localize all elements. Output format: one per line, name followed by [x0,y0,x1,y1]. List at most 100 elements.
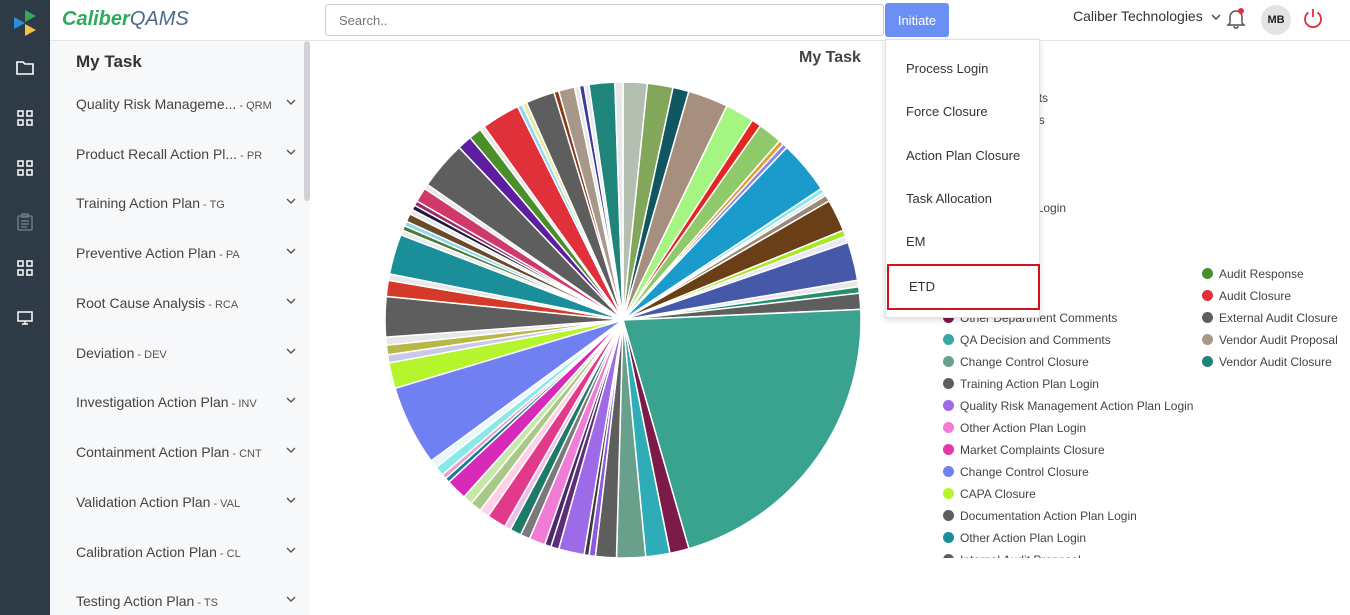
legend-item[interactable]: Audit Closure [1202,288,1291,304]
legend-item[interactable]: Change Control Closure [943,464,1089,480]
power-icon[interactable] [1302,7,1324,34]
grid-icon[interactable] [11,104,39,132]
sidebar-item-abbr: - RCA [205,299,239,311]
search-input[interactable] [325,4,884,36]
company-selector[interactable]: Caliber Technologies [1073,8,1221,24]
legend-swatch [943,444,954,455]
chevron-down-icon [286,99,296,105]
legend-swatch [1202,334,1213,345]
legend-label: Documentation Action Plan Login [960,509,1137,523]
legend-swatch [1202,268,1213,279]
sidebar-item-abbr: - INV [228,398,257,410]
menu-item-em[interactable]: EM [906,234,926,249]
legend-item[interactable]: External Audit Closure [1202,310,1338,326]
legend-item[interactable]: Other Action Plan Login [943,530,1086,546]
legend-item[interactable]: Audit Response [1202,266,1304,282]
sidebar-item[interactable]: Validation Action Plan - VAL [76,494,296,516]
sidebar-item[interactable]: Training Action Plan - TG [76,195,296,217]
sidebar-item[interactable]: Quality Risk Manageme... - QRM [76,96,296,118]
legend-label: Training Action Plan Login [960,377,1099,391]
grid-icon[interactable] [11,154,39,182]
legend-item[interactable]: Quality Risk Management Action Plan Logi… [943,398,1193,414]
sidebar-scrollbar[interactable] [304,41,310,201]
chart-title: My Task [799,49,861,66]
legend-item[interactable]: QA Decision and Comments [943,332,1111,348]
sidebar-item-label: Testing Action Plan [76,593,195,609]
sidebar-item[interactable]: Product Recall Action Pl... - PR [76,146,296,168]
sidebar-item-abbr: - QRM [236,100,272,112]
menu-item-etd[interactable]: ETD [887,264,1040,310]
folder-icon[interactable] [11,54,39,82]
sidebar-item-label: Calibration Action Plan [76,544,217,560]
clipboard-icon[interactable] [11,208,39,236]
pie-chart [384,81,862,559]
monitor-icon[interactable] [11,304,39,332]
legend-item[interactable]: Internal Audit Proposal [943,552,1081,558]
legend-item[interactable]: Vendor Audit Proposal [1202,332,1338,348]
legend-swatch [943,488,954,499]
legend-label: Change Control Closure [960,465,1089,479]
legend-swatch [943,532,954,543]
chevron-down-icon [286,447,296,453]
avatar[interactable]: MB [1261,5,1291,35]
sidebar-item-abbr: - PA [216,249,240,261]
sidebar-item-label: Deviation [76,345,135,361]
task-sidebar: My Task Quality Risk Manageme... - QRM Pr… [50,41,310,615]
chevron-down-icon [286,547,296,553]
legend-label: CAPA Closure [960,487,1036,501]
legend-label: Audit Response [1219,267,1304,281]
sidebar-item[interactable]: Investigation Action Plan - INV [76,394,296,416]
brand-logo: CaliberQAMS [62,8,189,31]
menu-item-task-allocation[interactable]: Task Allocation [906,191,992,206]
legend-swatch [943,356,954,367]
legend-label: External Audit Closure [1219,311,1338,325]
legend-item[interactable]: Change Control Closure [943,354,1089,370]
sidebar-item-abbr: - TS [194,597,218,609]
company-name: Caliber Technologies [1073,8,1203,24]
chevron-down-icon [286,497,296,503]
legend-item[interactable]: Training Action Plan Login [943,376,1099,392]
chevron-down-icon [286,348,296,354]
legend-label: Change Control Closure [960,355,1089,369]
sidebar-item[interactable]: Testing Action Plan - TS [76,593,296,615]
sidebar-item-abbr: - TG [200,199,225,211]
menu-item-force-closure[interactable]: Force Closure [906,104,988,119]
legend-swatch [943,466,954,477]
menu-item-process-login[interactable]: Process Login [906,61,988,76]
menu-item-action-plan-closure[interactable]: Action Plan Closure [906,148,1020,163]
chevron-down-icon [286,298,296,304]
sidebar-item-label: Investigation Action Plan [76,394,229,410]
legend-item[interactable]: CAPA Closure [943,486,1036,502]
sidebar-item[interactable]: Root Cause Analysis - RCA [76,295,296,317]
legend-swatch [1202,356,1213,367]
legend-item[interactable]: Documentation Action Plan Login [943,508,1137,524]
legend-item[interactable]: Other Action Plan Login [943,420,1086,436]
legend-swatch [943,334,954,345]
legend-label: Vendor Audit Proposal [1219,333,1338,347]
sidebar-item[interactable]: Containment Action Plan - CNT [76,444,296,466]
chevron-down-icon [286,596,296,602]
grid-icon[interactable] [11,254,39,282]
initiate-button[interactable]: Initiate [885,3,949,37]
legend-swatch [1202,290,1213,301]
sidebar-item[interactable]: Deviation - DEV [76,345,296,367]
sidebar-item[interactable]: Calibration Action Plan - CL [76,544,296,566]
sidebar-item-label: Preventive Action Plan [76,245,217,261]
legend-item[interactable]: Market Complaints Closure [943,442,1105,458]
sidebar-item-label: Product Recall Action Pl... [76,146,238,162]
sidebar-item-abbr: - VAL [210,498,241,510]
sidebar-item-abbr: - PR [237,150,263,162]
legend-item[interactable]: Vendor Audit Closure [1202,354,1332,370]
chevron-down-icon [286,198,296,204]
legend-label: QA Decision and Comments [960,333,1111,347]
notification-bell-icon[interactable] [1226,7,1246,34]
initiate-menu: Process Login Force Closure Action Plan Cl… [885,39,1040,318]
sidebar-item[interactable]: Preventive Action Plan - PA [76,245,296,267]
chevron-down-icon [286,149,296,155]
sidebar-item-abbr: - CNT [229,448,262,460]
legend-label: Other Action Plan Login [960,421,1087,435]
sidebar-item-label: Containment Action Plan [76,444,230,460]
legend-swatch [943,422,954,433]
legend-label: Audit Closure [1219,289,1292,303]
sidebar-title: My Task [76,52,142,71]
